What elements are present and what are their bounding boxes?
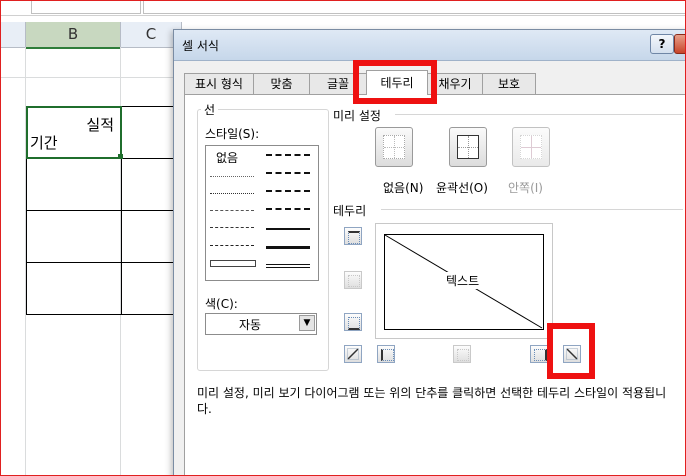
border-inside-vertical-icon xyxy=(457,349,469,361)
cell-text-gigan: 기간 xyxy=(30,134,58,152)
border-preview[interactable]: 텍스트 xyxy=(375,223,553,339)
cell-b2[interactable] xyxy=(26,158,122,211)
separator xyxy=(395,114,683,115)
border-diagonal-up-button[interactable] xyxy=(344,345,362,363)
style-none-label: 없음 xyxy=(216,151,239,165)
preset-none-button[interactable] xyxy=(375,127,413,167)
line-style-medium-dashed[interactable] xyxy=(266,208,310,210)
line-style-dashed[interactable] xyxy=(210,245,254,246)
border-tab-panel: 선 스타일(S): 없음 색(C): 자동 ▼ 미리 설정 없음(N) 윤곽선(… xyxy=(184,94,685,475)
preset-inside-button[interactable] xyxy=(512,127,550,167)
name-box[interactable] xyxy=(31,1,141,14)
diagonal-up-icon xyxy=(347,348,359,360)
line-style-dash-dot-dot[interactable] xyxy=(210,210,254,211)
close-button[interactable] xyxy=(674,34,685,54)
line-style-medium[interactable] xyxy=(266,228,310,230)
cell-c3[interactable] xyxy=(121,210,177,263)
preview-text: 텍스트 xyxy=(446,272,480,289)
border-bottom-button[interactable] xyxy=(344,313,362,331)
preset-inside-label: 안쪽(I) xyxy=(508,181,543,195)
color-label: 색(C): xyxy=(205,297,238,311)
formula-input[interactable] xyxy=(143,1,685,14)
cell-c1[interactable] xyxy=(121,106,177,159)
color-value: 자동 xyxy=(238,318,262,332)
cell-c2[interactable] xyxy=(121,158,177,211)
column-header-a[interactable] xyxy=(1,22,26,48)
fill-handle[interactable] xyxy=(118,154,123,159)
line-style-slant-dash-dot[interactable] xyxy=(266,172,310,174)
line-style-thick[interactable] xyxy=(266,246,310,249)
cell-b1-selected[interactable]: 실적 기간 xyxy=(26,106,122,159)
line-style-double[interactable] xyxy=(266,264,310,268)
line-group-label: 선 xyxy=(201,101,219,118)
cell-b3[interactable] xyxy=(26,210,122,263)
preset-none-icon xyxy=(383,135,405,159)
line-style-medium-dash-dot[interactable] xyxy=(266,190,310,192)
cell-text-silj: 실적 xyxy=(86,116,114,134)
line-style-list[interactable]: 없음 xyxy=(205,145,319,281)
help-button[interactable]: ? xyxy=(650,34,674,54)
border-bottom-icon xyxy=(348,317,360,330)
description-text: 미리 설정, 미리 보기 다이어그램 또는 위의 단추를 클릭하면 선택한 테두… xyxy=(197,386,667,416)
border-left-icon xyxy=(381,349,394,361)
border-right-icon xyxy=(534,349,547,361)
border-left-button[interactable] xyxy=(377,345,395,363)
color-dropdown[interactable]: 자동 ▼ xyxy=(205,313,317,335)
border-right-button[interactable] xyxy=(530,345,548,363)
bordered-table: 실적 기간 xyxy=(26,106,177,315)
separator xyxy=(381,209,683,210)
preset-outline-icon xyxy=(457,135,479,159)
line-style-dotted[interactable] xyxy=(210,193,254,194)
presets-label: 미리 설정 xyxy=(333,109,381,123)
border-section-label: 테두리 xyxy=(333,204,367,218)
dialog-titlebar[interactable]: 셀 서식 ? xyxy=(174,30,685,61)
grid-line xyxy=(1,77,176,78)
preset-outline-label: 윤곽선(O) xyxy=(436,181,488,195)
style-label: 스타일(S): xyxy=(205,127,260,141)
cell-b4[interactable] xyxy=(26,262,122,315)
border-middle-horizontal-button[interactable] xyxy=(344,271,362,289)
highlight-diagonal-button xyxy=(547,323,595,379)
border-top-button[interactable] xyxy=(344,227,362,245)
line-style-dash-dot[interactable] xyxy=(210,227,254,228)
line-style-medium-dash-dot-dot[interactable] xyxy=(266,154,310,156)
line-style-thin-selected[interactable] xyxy=(210,260,256,267)
screenshot-frame: B C 실적 기간 셀 서식 ? 표시 형식 맞춤 글꼴 테두리 채우기 보호 … xyxy=(0,0,686,476)
cell-c4[interactable] xyxy=(121,262,177,315)
border-inside-horizontal-icon xyxy=(348,275,360,287)
border-middle-vertical-button[interactable] xyxy=(453,345,471,363)
column-header-b[interactable]: B xyxy=(26,22,121,49)
tab-alignment[interactable]: 맞춤 xyxy=(253,73,310,94)
preset-none-label: 없음(N) xyxy=(383,181,424,195)
line-style-hair[interactable] xyxy=(210,176,254,177)
tab-number-format[interactable]: 표시 형식 xyxy=(184,73,254,94)
border-top-icon xyxy=(348,231,360,244)
preset-inside-icon xyxy=(520,135,542,159)
tab-protection[interactable]: 보호 xyxy=(482,73,536,94)
dialog-title: 셀 서식 xyxy=(182,39,219,53)
highlight-border-tab xyxy=(353,60,437,104)
chevron-down-icon[interactable]: ▼ xyxy=(299,315,315,331)
preset-outline-button[interactable] xyxy=(449,127,487,167)
formula-bar-area xyxy=(1,1,685,16)
